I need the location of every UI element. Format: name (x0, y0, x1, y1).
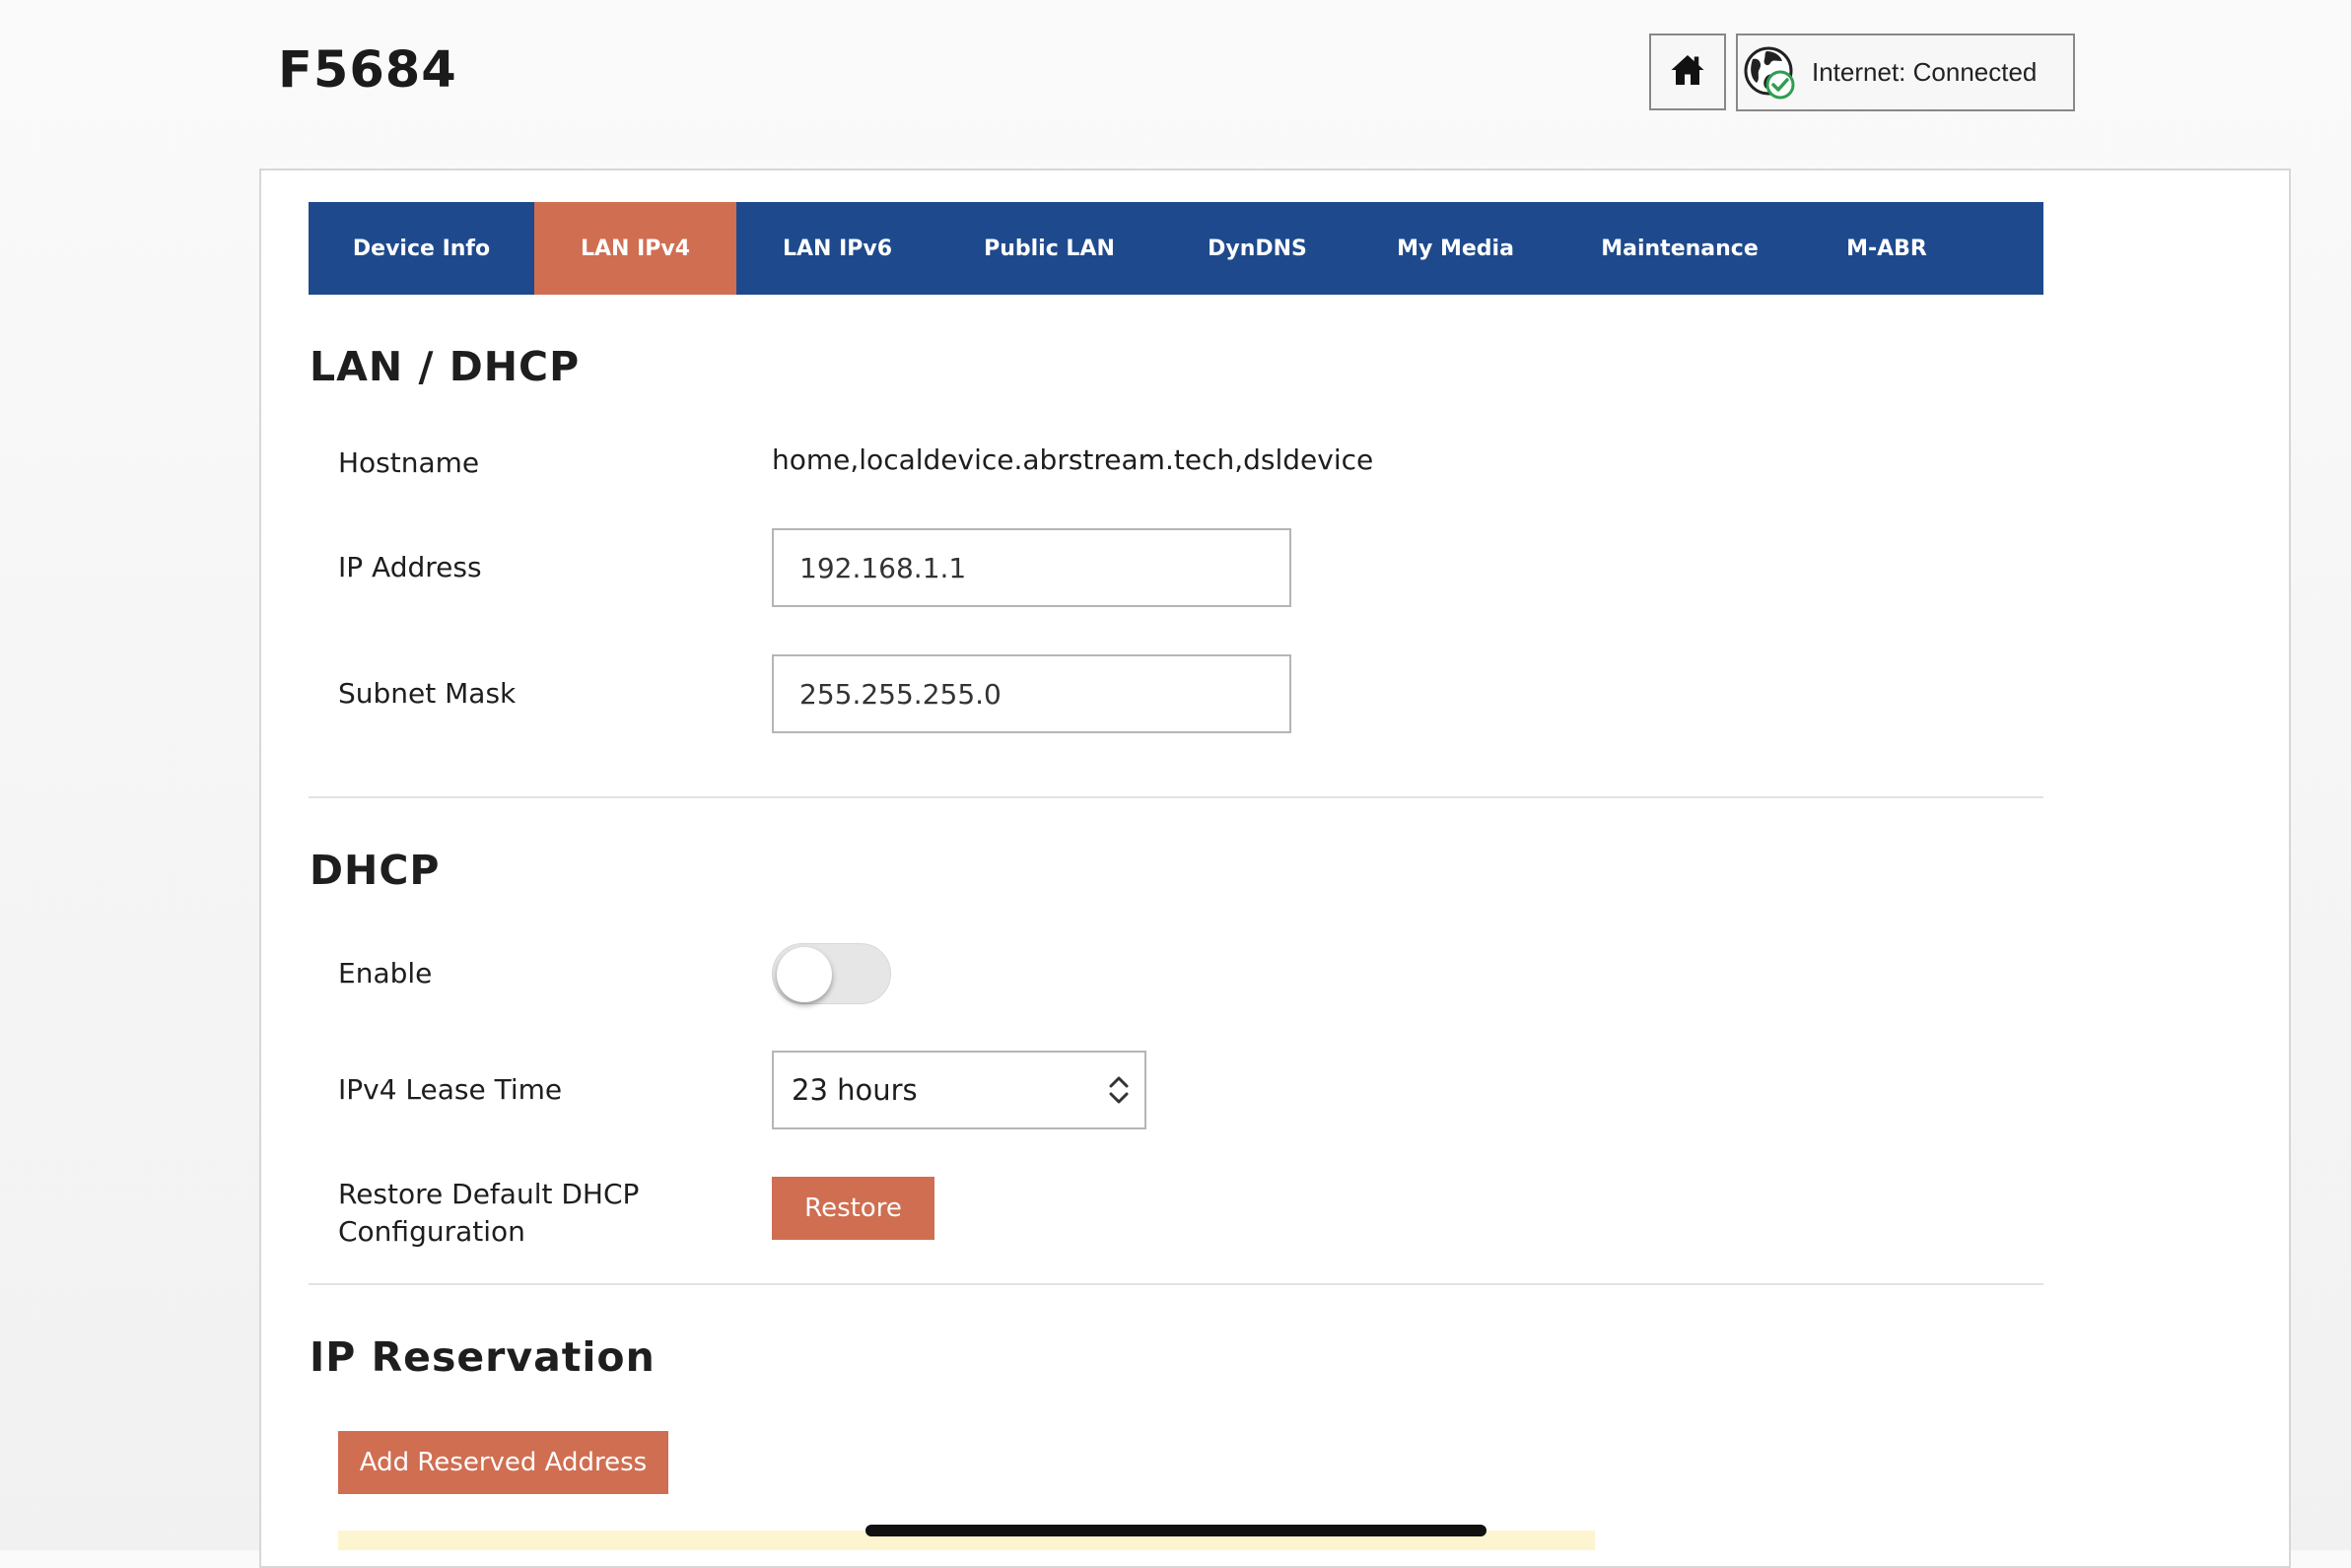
device-model-title: F5684 (278, 41, 457, 100)
dhcp-enable-toggle[interactable] (772, 943, 891, 1004)
restore-dhcp-label: Restore Default DHCP Configuration (338, 1176, 639, 1251)
toggle-knob (777, 947, 832, 1002)
lan-dhcp-section-title: LAN / DHCP (310, 343, 581, 390)
home-button[interactable] (1649, 34, 1726, 110)
section-divider (309, 1283, 2043, 1285)
ip-reservation-section-title: IP Reservation (310, 1333, 656, 1381)
main-tab-bar: Device Info LAN IPv4 LAN IPv6 Public LAN… (309, 202, 2043, 295)
lease-time-label: IPv4 Lease Time (338, 1073, 563, 1106)
tab-my-media[interactable]: My Media (1354, 202, 1556, 295)
subnet-mask-input[interactable] (772, 654, 1291, 733)
tab-lan-ipv4[interactable]: LAN IPv4 (534, 202, 736, 295)
restore-dhcp-label-line2: Configuration (338, 1215, 525, 1248)
tab-m-abr[interactable]: M-ABR (1803, 202, 1971, 295)
chevron-up-down-icon (1107, 1074, 1131, 1110)
tab-dyndns[interactable]: DynDNS (1160, 202, 1354, 295)
dhcp-enable-label: Enable (338, 957, 433, 989)
dhcp-section-title: DHCP (310, 847, 441, 894)
restore-button[interactable]: Restore (772, 1177, 934, 1240)
ip-address-label: IP Address (338, 551, 482, 583)
lease-time-selected-value: 23 hours (792, 1073, 918, 1107)
internet-status-text: Internet: Connected (1812, 57, 2038, 87)
globe-check-icon (1742, 44, 1799, 102)
lease-time-select[interactable]: 23 hours (772, 1051, 1146, 1129)
ip-address-input[interactable] (772, 528, 1291, 607)
section-divider (309, 796, 2043, 798)
hostname-value: home,localdevice.abrstream.tech,dsldevic… (772, 443, 1374, 476)
tab-device-info[interactable]: Device Info (309, 202, 534, 295)
subnet-mask-label: Subnet Mask (338, 677, 517, 710)
tab-lan-ipv6[interactable]: LAN IPv6 (736, 202, 938, 295)
hostname-label: Hostname (338, 446, 480, 479)
tab-public-lan[interactable]: Public LAN (938, 202, 1160, 295)
home-icon (1670, 52, 1705, 92)
home-indicator-bar (865, 1525, 1487, 1536)
tab-maintenance[interactable]: Maintenance (1556, 202, 1803, 295)
router-admin-page: F5684 Internet: Connected Device Info LA… (0, 0, 2351, 1568)
add-reserved-address-button[interactable]: Add Reserved Address (338, 1431, 668, 1494)
internet-status-indicator[interactable]: Internet: Connected (1736, 34, 2075, 111)
restore-dhcp-label-line1: Restore Default DHCP (338, 1178, 640, 1210)
